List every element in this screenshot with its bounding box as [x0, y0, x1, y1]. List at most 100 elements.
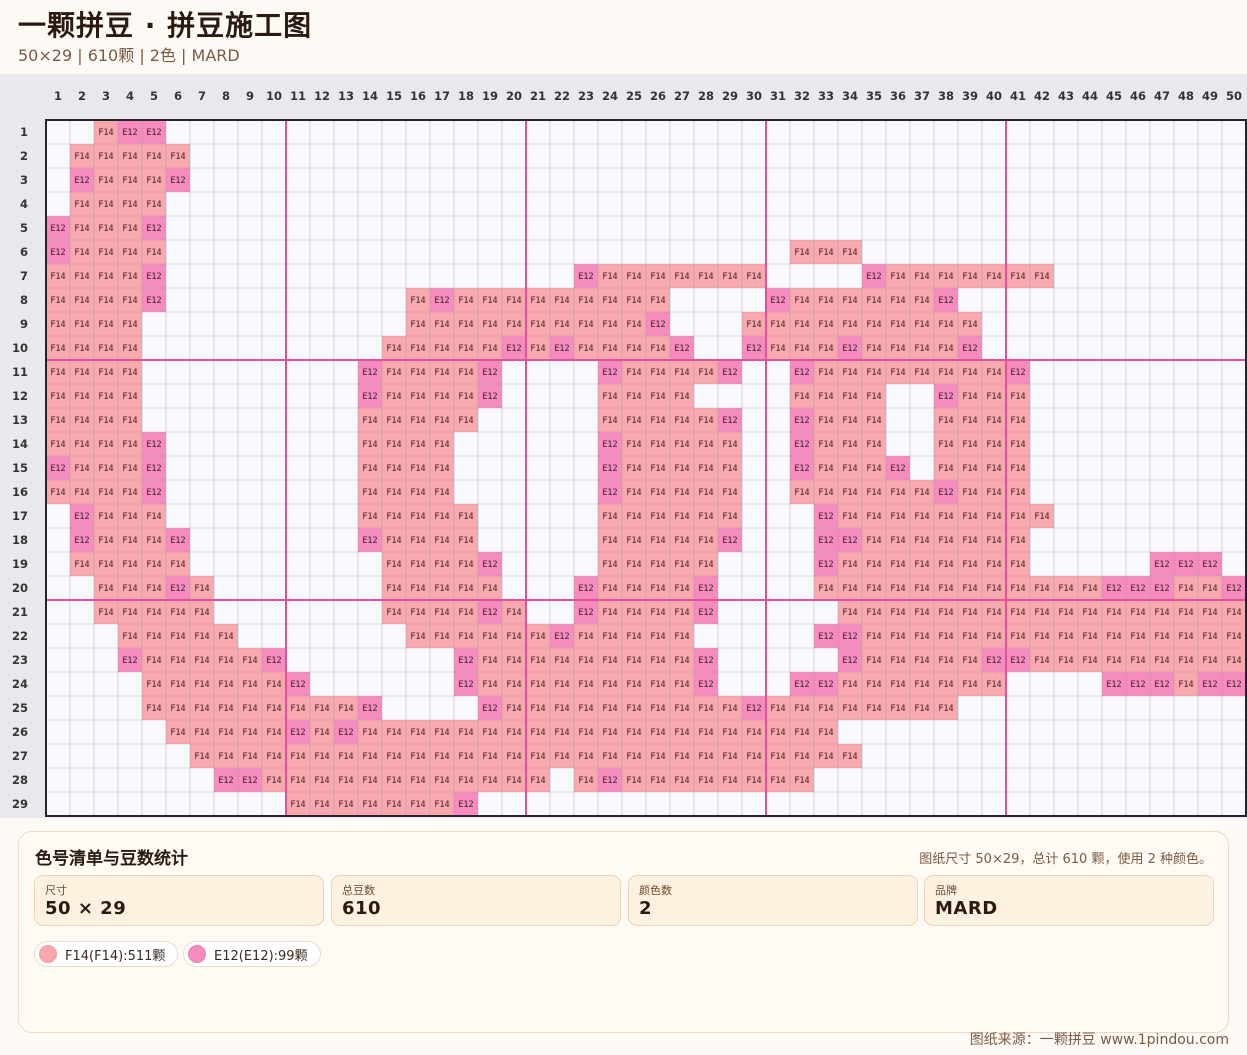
color-legend-panel: 色号清单与豆数统计 图纸尺寸 50×29，总计 610 颗，使用 2 种颜色。 …: [18, 831, 1229, 1033]
bead-code-label: F14: [746, 752, 761, 762]
bead-code-label: F14: [434, 632, 449, 642]
bead-code-label: F14: [362, 488, 377, 498]
column-number: 3: [102, 89, 110, 103]
bead-code-label: F14: [74, 320, 89, 330]
bead-code-label: F14: [674, 392, 689, 402]
bead-code-label: F14: [98, 344, 113, 354]
bead-code-label: E12: [338, 728, 353, 738]
bead-code-label: E12: [794, 416, 809, 426]
column-number: 34: [842, 89, 858, 103]
bead-code-label: F14: [146, 536, 161, 546]
bead-code-label: F14: [650, 776, 665, 786]
bead-code-label: F14: [458, 536, 473, 546]
bead-code-label: F14: [722, 776, 737, 786]
legend-summary: 图纸尺寸 50×29，总计 610 颗，使用 2 种颜色。: [919, 852, 1212, 867]
bead-code-label: F14: [122, 248, 137, 258]
bead-code-label: F14: [74, 440, 89, 450]
column-number: 22: [554, 89, 570, 103]
bead-code-label: F14: [122, 416, 137, 426]
bead-code-label: F14: [482, 656, 497, 666]
bead-code-label: F14: [74, 560, 89, 570]
bead-code-label: F14: [98, 152, 113, 162]
bead-code-label: F14: [434, 752, 449, 762]
bead-code-label: F14: [938, 368, 953, 378]
bead-code-label: F14: [962, 440, 977, 450]
bead-code-label: F14: [242, 680, 257, 690]
bead-code-label: F14: [1226, 632, 1241, 642]
bead-code-label: F14: [818, 752, 833, 762]
bead-code-label: F14: [362, 440, 377, 450]
bead-code-label: F14: [914, 656, 929, 666]
bead-code-label: F14: [122, 152, 137, 162]
color-chip-e12[interactable]: E12(E12):99颗: [183, 941, 321, 967]
bead-code-label: F14: [122, 464, 137, 474]
bead-code-label: F14: [602, 656, 617, 666]
bead-code-label: F14: [122, 368, 137, 378]
bead-code-label: F14: [674, 488, 689, 498]
bead-code-label: F14: [866, 680, 881, 690]
bead-code-label: F14: [938, 536, 953, 546]
bead-code-label: F14: [722, 728, 737, 738]
bead-code-label: F14: [146, 560, 161, 570]
bead-code-label: F14: [1010, 632, 1025, 642]
bead-code-label: E12: [1178, 560, 1193, 570]
bead-code-label: F14: [1082, 632, 1097, 642]
bead-code-label: E12: [674, 344, 689, 354]
bead-code-label: F14: [386, 608, 401, 618]
bead-code-label: F14: [938, 608, 953, 618]
bead-code-label: F14: [458, 344, 473, 354]
bead-code-label: F14: [482, 344, 497, 354]
bead-code-label: F14: [698, 512, 713, 522]
bead-code-label: F14: [890, 368, 905, 378]
bead-code-label: F14: [626, 464, 641, 474]
bead-code-label: F14: [578, 320, 593, 330]
bead-code-label: F14: [194, 728, 209, 738]
bead-code-label: F14: [890, 320, 905, 330]
bead-code-label: F14: [602, 416, 617, 426]
bead-code-label: F14: [674, 752, 689, 762]
bead-code-label: F14: [482, 296, 497, 306]
row-number: 24: [12, 677, 28, 691]
bead-code-label: F14: [842, 296, 857, 306]
bead-code-label: F14: [458, 368, 473, 378]
bead-code-label: F14: [1202, 656, 1217, 666]
bead-code-label: F14: [866, 512, 881, 522]
bead-code-label: F14: [74, 224, 89, 234]
column-number: 26: [650, 89, 666, 103]
bead-code-label: F14: [818, 344, 833, 354]
bead-code-label: F14: [914, 608, 929, 618]
bead-code-label: F14: [602, 320, 617, 330]
column-number: 4: [126, 89, 134, 103]
bead-code-label: E12: [554, 632, 569, 642]
bead-code-label: F14: [458, 752, 473, 762]
bead-code-label: F14: [170, 632, 185, 642]
bead-code-label: F14: [410, 608, 425, 618]
bead-code-label: F14: [122, 632, 137, 642]
bead-code-label: F14: [434, 392, 449, 402]
bead-code-label: F14: [146, 704, 161, 714]
bead-code-label: F14: [554, 320, 569, 330]
bead-code-label: E12: [50, 224, 65, 234]
color-chip-f14[interactable]: F14(F14):511颗: [34, 941, 179, 967]
bead-code-label: E12: [146, 440, 161, 450]
column-number: 19: [482, 89, 498, 103]
bead-code-label: F14: [1010, 512, 1025, 522]
bead-code-label: F14: [98, 320, 113, 330]
bead-code-label: F14: [146, 656, 161, 666]
legend-title: 色号清单与豆数统计: [35, 849, 188, 869]
bead-code-label: F14: [962, 560, 977, 570]
bead-code-label: F14: [890, 272, 905, 282]
bead-code-label: F14: [1058, 632, 1073, 642]
bead-code-label: F14: [578, 752, 593, 762]
bead-code-label: F14: [842, 584, 857, 594]
bead-code-label: F14: [1010, 488, 1025, 498]
bead-code-label: E12: [122, 128, 137, 138]
bead-code-label: F14: [986, 392, 1001, 402]
bead-code-label: E12: [722, 536, 737, 546]
row-number: 28: [12, 773, 28, 787]
bead-code-label: E12: [746, 704, 761, 714]
bead-code-label: F14: [626, 680, 641, 690]
bead-code-label: F14: [338, 704, 353, 714]
stat-label: 品牌: [935, 884, 957, 897]
bead-code-label: F14: [434, 728, 449, 738]
